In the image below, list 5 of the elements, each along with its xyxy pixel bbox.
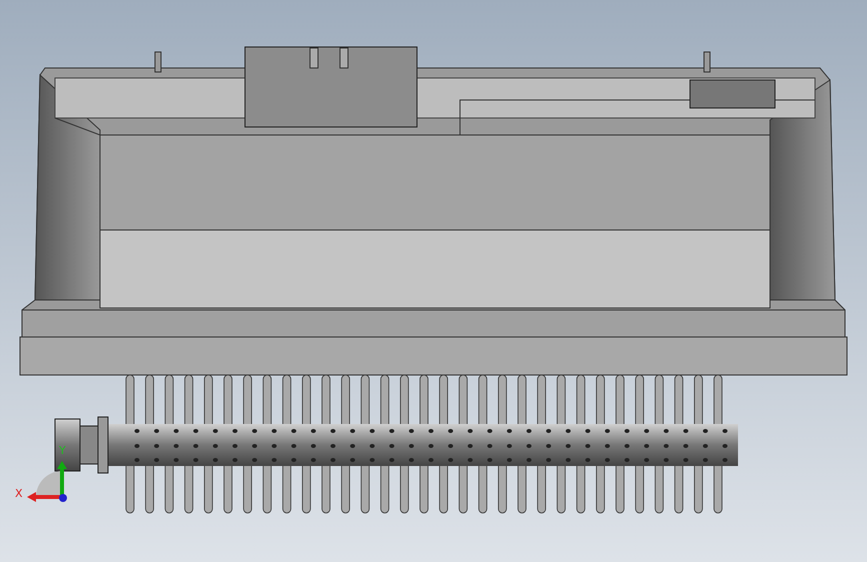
axis-triad-drawing <box>27 461 67 502</box>
y-axis-label: Y <box>59 444 66 457</box>
pipe-connector-drawing <box>54 416 108 474</box>
cad-viewport[interactable]: X Y <box>0 0 867 562</box>
x-axis-label: X <box>15 487 23 500</box>
